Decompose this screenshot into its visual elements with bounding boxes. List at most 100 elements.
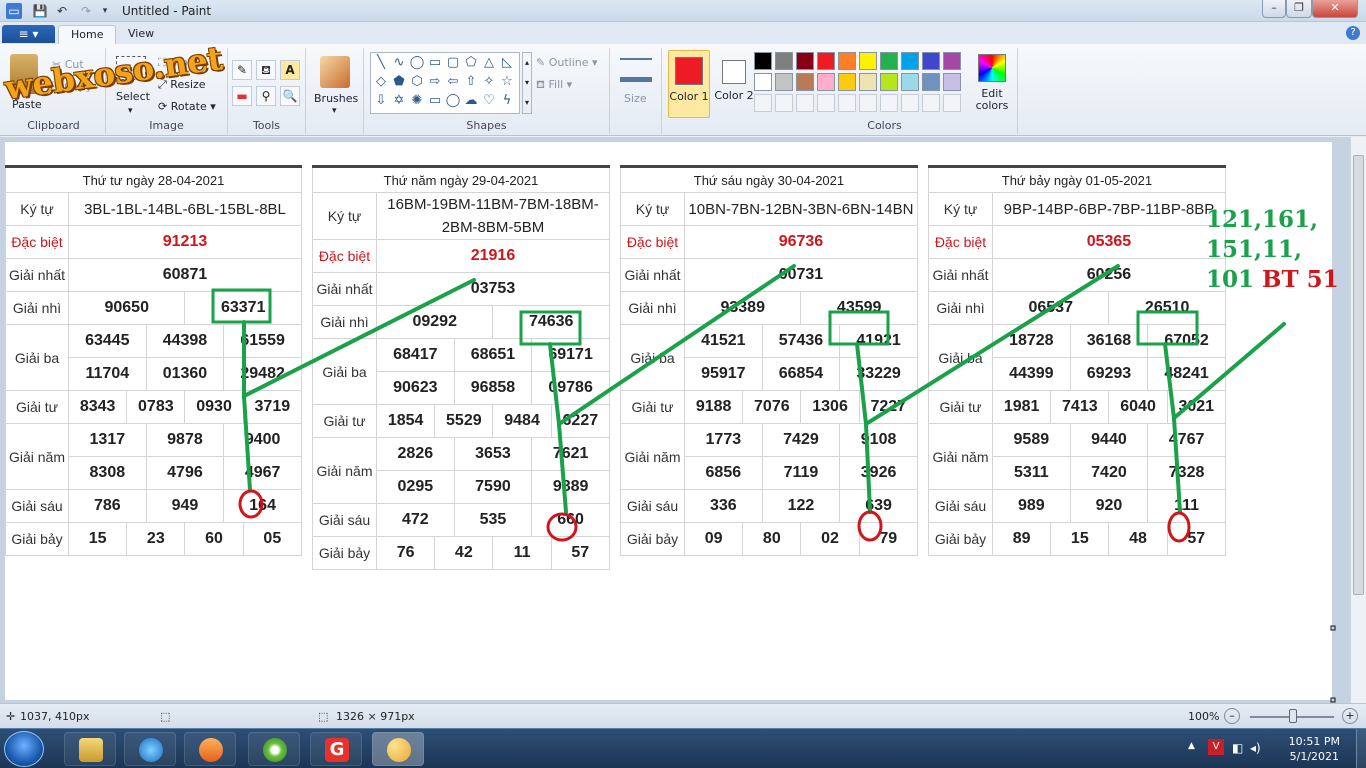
close-button[interactable]: ✕ — [1312, 0, 1358, 18]
taskbar-media[interactable] — [184, 732, 236, 766]
left-arrow-shape-icon[interactable]: ⇦ — [445, 74, 461, 90]
color-swatch[interactable] — [796, 52, 814, 70]
color-swatch[interactable] — [754, 73, 772, 91]
tab-view[interactable]: View — [116, 25, 166, 45]
color-swatch[interactable] — [817, 94, 835, 112]
start-button[interactable] — [4, 731, 44, 767]
color-swatch[interactable] — [859, 94, 877, 112]
color-swatch[interactable] — [838, 94, 856, 112]
right-arrow-shape-icon[interactable]: ⇨ — [427, 74, 443, 90]
taskbar-clock[interactable]: 10:51 PM 5/1/2021 — [1289, 734, 1340, 764]
brushes-dropdown-icon[interactable]: ▾ — [332, 106, 337, 116]
rotate-button[interactable]: ⟳ Rotate ▾ — [158, 100, 216, 113]
magnifier-icon[interactable]: 🔍 — [280, 86, 300, 106]
taskbar-paint[interactable] — [372, 732, 424, 766]
paint-app-icon[interactable]: ▭ — [6, 3, 22, 19]
show-desktop-button[interactable] — [1356, 729, 1366, 768]
tab-home[interactable]: Home — [58, 25, 117, 45]
color-picker-icon[interactable]: ⚲ — [256, 86, 276, 106]
color-swatch[interactable] — [901, 73, 919, 91]
color-swatch[interactable] — [943, 52, 961, 70]
color-swatch[interactable] — [859, 73, 877, 91]
line-shape-icon[interactable]: ╲ — [373, 55, 389, 71]
rounded-rectangle-icon[interactable]: ▢ — [445, 55, 461, 71]
tray-expand-icon[interactable]: ▲ — [1188, 741, 1195, 751]
color-swatch[interactable] — [922, 94, 940, 112]
callout-rect-icon[interactable]: ▭ — [427, 93, 443, 109]
taskbar-garena[interactable]: G — [310, 732, 362, 766]
heart-shape-icon[interactable]: ♡ — [481, 93, 497, 109]
diamond-shape-icon[interactable]: ◇ — [373, 74, 389, 90]
zoom-out-button[interactable]: – — [1224, 708, 1240, 724]
color-swatch[interactable] — [943, 73, 961, 91]
select-dropdown-icon[interactable]: ▾ — [128, 106, 133, 116]
color-swatch[interactable] — [838, 52, 856, 70]
color-swatch[interactable] — [754, 52, 772, 70]
callout-cloud-icon[interactable]: ☁ — [463, 93, 479, 109]
size-button[interactable]: Size — [624, 92, 647, 105]
color-swatch[interactable] — [775, 73, 793, 91]
color-swatch[interactable] — [838, 73, 856, 91]
undo-icon[interactable]: ↶ — [54, 3, 70, 19]
fill-bucket-icon[interactable]: ⛾ — [256, 60, 276, 80]
edit-colors-icon[interactable] — [978, 54, 1006, 82]
vertical-scrollbar[interactable] — [1350, 137, 1366, 703]
up-arrow-shape-icon[interactable]: ⇧ — [463, 74, 479, 90]
taskbar-ie[interactable] — [124, 732, 176, 766]
zoom-slider-thumb[interactable] — [1289, 709, 1297, 723]
right-triangle-icon[interactable]: ◺ — [499, 55, 515, 71]
text-tool-icon[interactable]: A — [280, 60, 300, 80]
four-point-star-icon[interactable]: ✧ — [481, 74, 497, 90]
triangle-shape-icon[interactable]: △ — [481, 55, 497, 71]
curve-shape-icon[interactable]: ∿ — [391, 55, 407, 71]
color-swatch[interactable] — [922, 52, 940, 70]
color-swatch[interactable] — [880, 94, 898, 112]
network-icon[interactable]: ◧ — [1232, 741, 1243, 755]
help-icon[interactable]: ? — [1346, 26, 1360, 40]
color-swatch[interactable] — [775, 52, 793, 70]
oval-shape-icon[interactable]: ◯ — [409, 55, 425, 71]
eraser-icon[interactable]: ▬ — [232, 86, 252, 106]
minimize-button[interactable]: – — [1262, 0, 1286, 18]
polygon-shape-icon[interactable]: ⬠ — [463, 55, 479, 71]
color1-button[interactable]: Color 1 — [668, 50, 710, 118]
color-swatch[interactable] — [922, 73, 940, 91]
color-swatch[interactable] — [754, 94, 772, 112]
taskbar-coccoc[interactable] — [248, 732, 300, 766]
save-icon[interactable]: 💾 — [32, 3, 48, 19]
six-point-star-icon[interactable]: ✡ — [391, 93, 407, 109]
shapes-scroll[interactable]: ▴ ▾ ▾ — [522, 52, 532, 114]
fill-button[interactable]: ⛾ Fill ▾ — [536, 78, 572, 93]
color-swatch[interactable] — [880, 52, 898, 70]
zoom-in-button[interactable]: + — [1342, 708, 1358, 724]
pencil-icon[interactable]: ✎ — [232, 60, 252, 80]
file-menu-button[interactable]: ≡ ▾ — [2, 25, 55, 43]
brushes-icon[interactable] — [320, 56, 350, 88]
quick-access-dropdown-icon[interactable]: ▾ — [97, 3, 113, 19]
brushes-button[interactable]: Brushes — [314, 92, 358, 105]
size-icon[interactable] — [620, 58, 652, 82]
down-arrow-shape-icon[interactable]: ⇩ — [373, 93, 389, 109]
color-swatch[interactable] — [943, 94, 961, 112]
color-swatch[interactable] — [901, 94, 919, 112]
callout-oval-icon[interactable]: ◯ — [445, 93, 461, 109]
unikey-icon[interactable]: V — [1208, 739, 1224, 755]
rectangle-shape-icon[interactable]: ▭ — [427, 55, 443, 71]
color-swatch[interactable] — [796, 73, 814, 91]
color-swatch[interactable] — [775, 94, 793, 112]
vertical-scroll-thumb[interactable] — [1353, 155, 1364, 595]
color-swatch[interactable] — [817, 52, 835, 70]
color-swatch[interactable] — [901, 52, 919, 70]
maximize-button[interactable]: ❐ — [1286, 0, 1312, 18]
pentagon-shape-icon[interactable]: ⬟ — [391, 74, 407, 90]
redo-icon[interactable]: ↷ — [78, 3, 94, 19]
hexagon-shape-icon[interactable]: ⬡ — [409, 74, 425, 90]
color-swatch[interactable] — [859, 52, 877, 70]
color-swatch[interactable] — [880, 73, 898, 91]
five-point-star-icon[interactable]: ☆ — [499, 74, 515, 90]
color-swatch[interactable] — [817, 73, 835, 91]
select-button[interactable]: Select — [116, 90, 150, 103]
outline-button[interactable]: ✎ Outline ▾ — [536, 56, 598, 69]
edit-colors-button[interactable]: Edit colors — [972, 88, 1012, 112]
star-burst-icon[interactable]: ✺ — [409, 93, 425, 109]
